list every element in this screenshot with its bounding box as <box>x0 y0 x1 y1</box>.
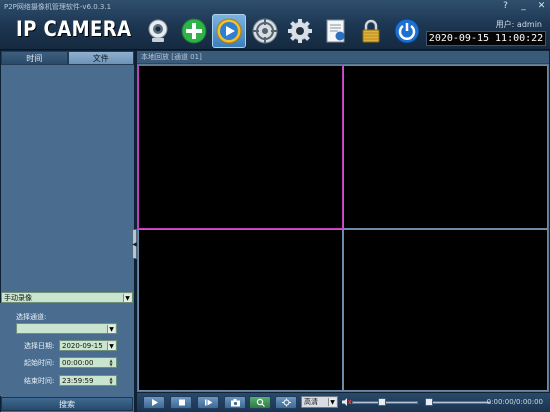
start-time-label: 起始时间: <box>24 359 55 367</box>
video-grid <box>137 64 549 392</box>
play-button[interactable] <box>143 396 165 409</box>
tab-file[interactable]: 文件 <box>67 51 134 65</box>
playback-button[interactable] <box>212 14 246 48</box>
video-cell-2[interactable] <box>343 65 548 229</box>
dropdown-arrow-icon[interactable]: ▼ <box>107 325 115 333</box>
start-time-field[interactable]: 00:00:00 ▲ ▼ <box>59 357 117 368</box>
fullscreen-icon <box>281 398 291 407</box>
power-button[interactable] <box>390 14 424 48</box>
settings-icon <box>288 19 312 43</box>
video-cell-4[interactable] <box>343 229 548 391</box>
date-label: 选择日期: <box>24 342 55 350</box>
fullscreen-button[interactable] <box>275 396 297 409</box>
help-button[interactable]: ? <box>501 1 510 11</box>
snapshot-camera-icon <box>230 399 240 407</box>
camera-icon <box>148 19 168 42</box>
channel-select[interactable]: ▼ <box>16 323 117 334</box>
progress-slider-track[interactable] <box>425 401 491 404</box>
window-controls: ? _ ✕ <box>501 1 546 11</box>
close-button[interactable]: ✕ <box>537 1 546 11</box>
user-label: 用户: admin <box>495 20 542 29</box>
log-button[interactable] <box>319 14 353 48</box>
volume-icon[interactable] <box>341 397 352 407</box>
app-logo: IP CAMERA <box>16 17 132 41</box>
preview-button[interactable] <box>141 14 175 48</box>
power-icon <box>394 18 420 44</box>
channel-label: 选择通道: <box>16 313 47 321</box>
top-bar: P2P网络摄像机管理软件-v6.0.3.1 ? _ ✕ IP CAMERA 用户… <box>0 0 550 50</box>
playback-icon <box>216 18 242 44</box>
lock-icon <box>362 19 380 43</box>
app-title: P2P网络摄像机管理软件-v6.0.3.1 <box>4 3 112 11</box>
record-type-select[interactable]: 手动录像 ▼ <box>1 292 133 303</box>
end-time-field[interactable]: 23:59:59 ▲ ▼ <box>59 375 117 386</box>
progress-slider-thumb[interactable] <box>425 398 433 406</box>
play-icon <box>151 399 158 406</box>
dropdown-arrow-icon[interactable]: ▼ <box>123 294 131 302</box>
start-time-value: 00:00:00 <box>62 358 94 367</box>
spinner-arrows-icon[interactable]: ▲ ▼ <box>107 358 115 367</box>
dropdown-arrow-icon[interactable]: ▼ <box>107 342 115 350</box>
next-frame-button[interactable] <box>197 396 219 409</box>
time-readout: 0:00:00/0:00:00 <box>486 398 543 406</box>
clock-display: 2020-09-15 11:00:22 <box>426 31 546 46</box>
zoom-icon <box>256 398 265 407</box>
end-time-label: 结束时间: <box>24 377 55 385</box>
ptz-control-icon <box>252 18 278 44</box>
add-device-button[interactable] <box>177 14 211 48</box>
video-cell-3[interactable] <box>138 229 343 391</box>
video-header: 本地回放 [通道 01] <box>137 51 549 64</box>
date-value: 2020-09-15 <box>62 341 103 350</box>
zoom-button[interactable] <box>249 396 271 409</box>
volume-slider-thumb[interactable] <box>378 398 387 406</box>
video-cell-1[interactable] <box>138 65 343 229</box>
playback-bar: 高清 ▼ 0:00:00/0:00:00 <box>137 393 550 412</box>
dropdown-arrow-icon[interactable]: ▼ <box>328 398 336 406</box>
stop-icon <box>178 399 185 406</box>
search-mode-tabs: 时间 文件 <box>1 51 134 65</box>
add-device-icon <box>181 18 207 44</box>
snapshot-button[interactable] <box>224 396 246 409</box>
lock-button[interactable] <box>354 14 388 48</box>
date-field[interactable]: 2020-09-15 ▼ <box>59 340 117 351</box>
quality-value: 高清 <box>304 398 318 406</box>
log-document-icon <box>326 19 345 43</box>
spinner-arrows-icon[interactable]: ▲ ▼ <box>107 376 115 385</box>
main-toolbar <box>141 14 431 48</box>
minimize-button[interactable]: _ <box>519 1 528 11</box>
ptz-button[interactable] <box>248 14 282 48</box>
record-type-value: 手动录像 <box>4 293 32 302</box>
stop-button[interactable] <box>170 396 192 409</box>
tab-time[interactable]: 时间 <box>1 51 68 65</box>
settings-button[interactable] <box>283 14 317 48</box>
end-time-value: 23:59:59 <box>62 376 94 385</box>
quality-select[interactable]: 高清 ▼ <box>301 396 338 408</box>
search-form: 选择通道: ▼ 选择日期: 2020-09-15 ▼ 起始时间: 00:00:0… <box>0 303 133 396</box>
step-forward-icon <box>204 399 212 406</box>
search-button[interactable]: 搜索 <box>1 397 133 411</box>
